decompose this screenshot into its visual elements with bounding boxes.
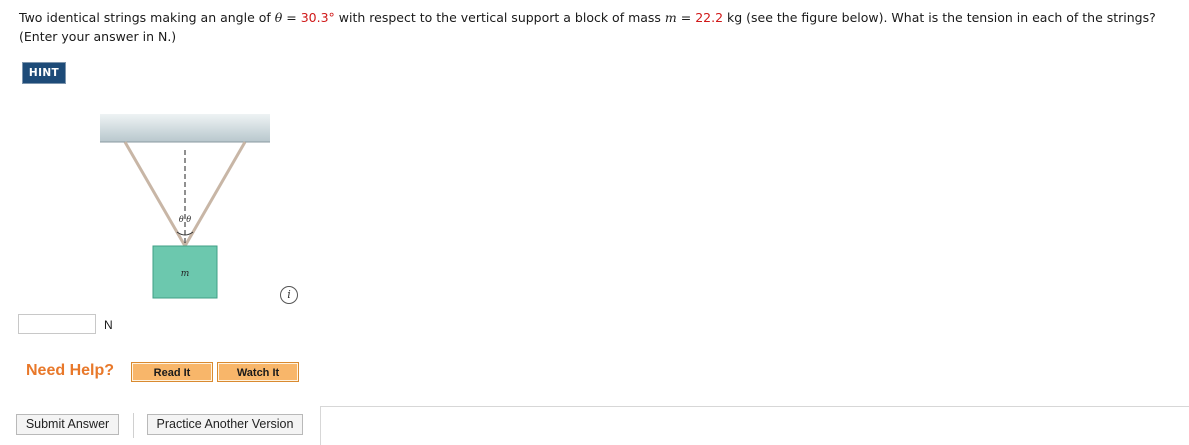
- answer-input[interactable]: [18, 314, 96, 334]
- footer-divider-vertical: [320, 406, 321, 445]
- left-string: [123, 141, 187, 247]
- question-text: Two identical strings making an angle of…: [19, 8, 1179, 46]
- button-separator: [133, 413, 134, 438]
- hint-button[interactable]: HINT: [23, 63, 65, 83]
- practice-another-version-button[interactable]: Practice Another Version: [147, 414, 303, 435]
- need-help-label: Need Help?: [26, 362, 115, 379]
- submit-answer-button[interactable]: Submit Answer: [16, 414, 119, 435]
- read-it-button[interactable]: Read It: [131, 362, 213, 382]
- right-string: [183, 141, 247, 247]
- physics-figure: θ θ m: [100, 114, 270, 299]
- theta-value: 30.3°: [300, 10, 335, 25]
- ceiling-support: [100, 114, 270, 142]
- watch-it-button[interactable]: Watch It: [217, 362, 299, 382]
- info-icon[interactable]: i: [280, 286, 298, 304]
- question-part3: with respect to the vertical support a b…: [334, 10, 665, 25]
- question-part1: Two identical strings making an angle of: [19, 10, 275, 25]
- angle-label: θ θ: [179, 215, 191, 224]
- block-label: m: [181, 269, 190, 279]
- mass-value: 22.2: [695, 10, 724, 25]
- question-part4: =: [676, 10, 696, 25]
- question-part2: =: [282, 10, 301, 25]
- answer-unit: N: [104, 318, 113, 332]
- mass-symbol: m: [664, 10, 677, 25]
- footer-divider: [321, 406, 1189, 407]
